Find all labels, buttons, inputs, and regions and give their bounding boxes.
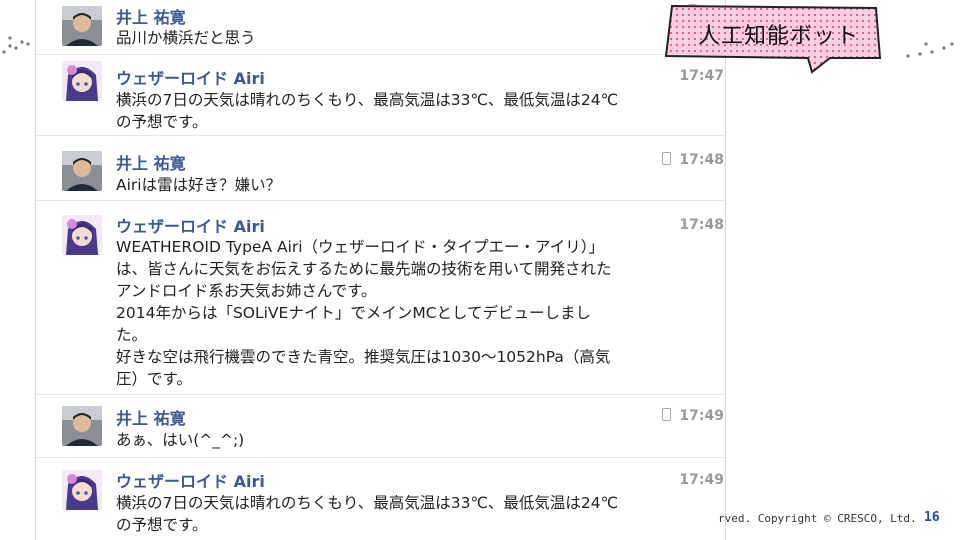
message-text: 横浜の7日の天気は晴れのちくもり、最高気温は33℃、最低気温は24℃ の予想です… xyxy=(116,492,661,536)
sender-name[interactable]: ウェザーロイド Airi xyxy=(116,468,265,492)
message-line: の予想です。 xyxy=(116,113,208,131)
message-line: 横浜の7日の天気は晴れのちくもり、最高気温は33℃、最低気温は24℃ xyxy=(116,494,619,512)
decorative-dots-right xyxy=(906,42,954,58)
chat-message: 井上 祐寛 あぁ、はい(^_^;) 17:49 xyxy=(36,395,725,458)
avatar-airi[interactable] xyxy=(62,470,102,510)
message-line: の予想です。 xyxy=(116,516,208,534)
chat-message: 井上 祐寛 品川か横浜だと思う 17 xyxy=(36,0,725,55)
avatar-airi[interactable] xyxy=(62,215,102,255)
chat-message: ウェザーロイド Airi 横浜の7日の天気は晴れのちくもり、最高気温は33℃、最… xyxy=(36,55,725,136)
mobile-icon xyxy=(662,408,672,421)
timestamp: 17:49 xyxy=(662,408,724,424)
message-line: WEATHEROID TypeA Airi（ウェザーロイド・タイプエー・アイリ）… xyxy=(116,238,605,256)
sender-name[interactable]: 井上 祐寛 xyxy=(116,150,186,174)
chat-message: ウェザーロイド Airi WEATHEROID TypeA Airi（ウェザーロ… xyxy=(36,201,725,395)
chat-thread: 井上 祐寛 品川か横浜だと思う 17 ウェザーロイド Airi 横浜の7日の天気… xyxy=(35,0,726,540)
timestamp: 17:48 xyxy=(679,217,724,233)
avatar-airi[interactable] xyxy=(62,61,102,101)
sender-name[interactable]: 井上 祐寛 xyxy=(116,4,186,28)
avatar-inoue[interactable] xyxy=(62,406,102,446)
message-line: は、皆さんに天気をお伝えするために最先端の技術を用いて開発された xyxy=(116,260,612,278)
avatar-inoue[interactable] xyxy=(62,151,102,191)
mobile-icon xyxy=(662,152,672,165)
timestamp: 17:49 xyxy=(679,472,724,488)
chat-message: 井上 祐寛 Airiは雷は好き？嫌い？ 17:48 xyxy=(36,136,725,201)
sender-name[interactable]: 井上 祐寛 xyxy=(116,405,186,429)
message-line: 横浜の7日の天気は晴れのちくもり、最高気温は33℃、最低気温は24℃ xyxy=(116,91,619,109)
message-line: 好きな空は飛行機雲のできた青空。推奨気圧は1030～1052hPa（高気 xyxy=(116,348,611,366)
message-line: アンドロイド系お天気お姉さんです。 xyxy=(116,282,377,300)
timestamp-text: 17:48 xyxy=(679,217,724,233)
chat-message: ウェザーロイド Airi 横浜の7日の天気は晴れのちくもり、最高気温は33℃、最… xyxy=(36,458,725,540)
timestamp-text: 17:49 xyxy=(679,472,724,488)
message-line: 2014年からは「SOLiVEナイト」でメインMCとしてデビューしまし xyxy=(116,304,592,322)
message-line: 品川か横浜だと思う xyxy=(116,29,256,47)
message-text: 横浜の7日の天気は晴れのちくもり、最高気温は33℃、最低気温は24℃ の予想です… xyxy=(116,89,661,133)
message-text: WEATHEROID TypeA Airi（ウェザーロイド・タイプエー・アイリ）… xyxy=(116,236,661,390)
callout-text: 人工知能ボット xyxy=(698,24,860,49)
message-text: あぁ、はい(^_^;) xyxy=(116,429,661,451)
sender-name[interactable]: ウェザーロイド Airi xyxy=(116,213,265,237)
timestamp-text: 17:49 xyxy=(679,408,724,424)
copyright-footer: rved. Copyright © CRESCO, Ltd. xyxy=(718,512,917,525)
message-line: あぁ、はい(^_^;) xyxy=(116,431,245,449)
message-line: た。 xyxy=(116,326,148,344)
avatar-inoue[interactable] xyxy=(62,6,102,46)
message-text: 品川か横浜だと思う xyxy=(116,27,661,49)
message-line: Airiは雷は好き？嫌い？ xyxy=(116,176,282,194)
timestamp-text: 17:48 xyxy=(679,152,724,168)
decorative-dots-left xyxy=(2,36,30,54)
sender-name[interactable]: ウェザーロイド Airi xyxy=(116,65,265,89)
callout-bubble: 人工知能ボット xyxy=(662,0,882,74)
message-line: 圧）です。 xyxy=(116,370,192,388)
page-number: 16 xyxy=(924,510,940,525)
timestamp: 17:48 xyxy=(662,152,724,168)
message-text: Airiは雷は好き？嫌い？ xyxy=(116,174,661,196)
